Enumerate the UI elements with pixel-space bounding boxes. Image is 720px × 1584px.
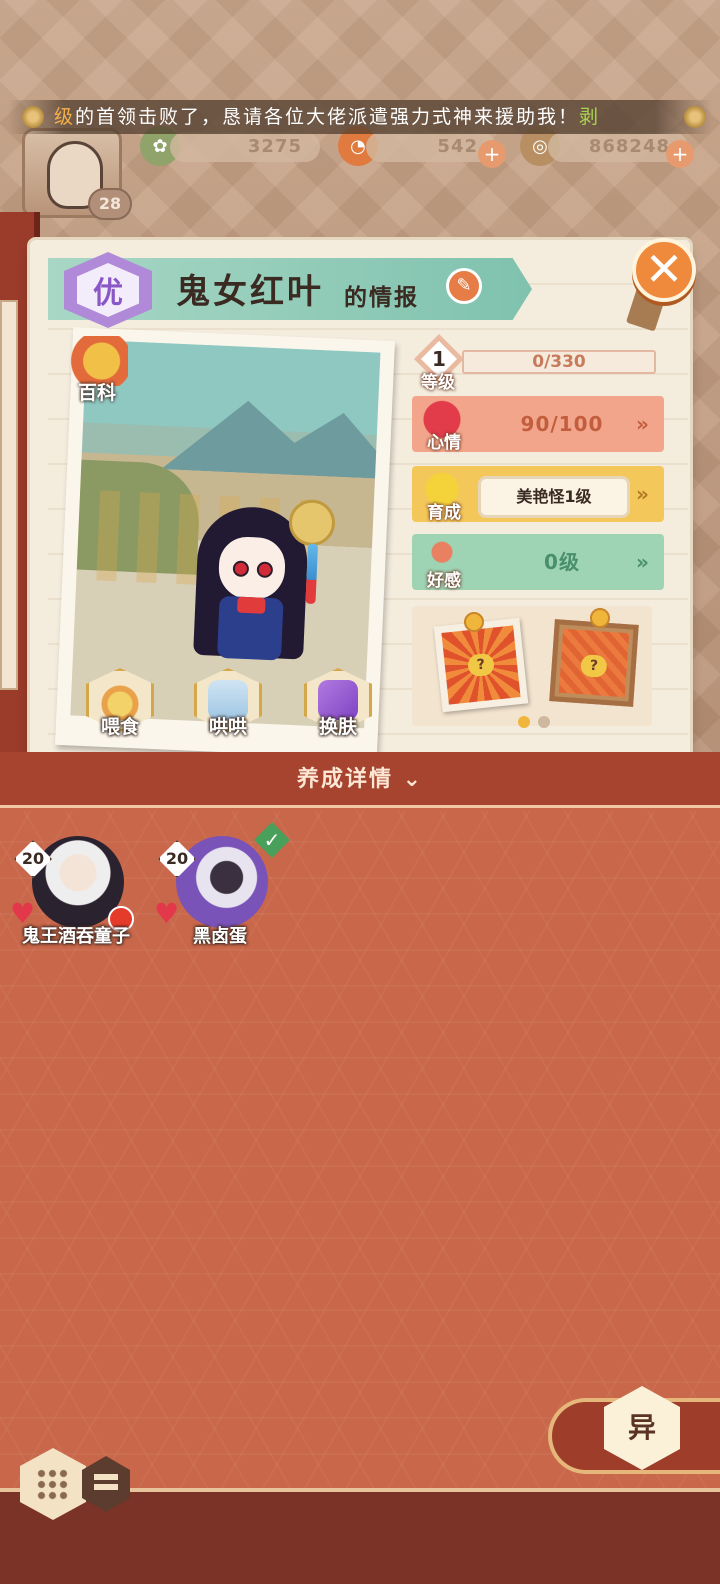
details-header-label: 养成详情 ⌄ — [0, 752, 720, 808]
affinity-row[interactable]: 好感 0级 » — [412, 534, 664, 591]
details-header[interactable]: 养成详情 ⌄ — [0, 752, 720, 808]
flower-ornament-icon — [684, 106, 706, 128]
shikigami-card[interactable]: 20 ♥ ✓ 黑卤蛋 — [150, 822, 290, 958]
close-button[interactable]: ✕ — [632, 238, 696, 302]
flower-ornament-icon — [22, 106, 44, 128]
growth-value: 美艳怪1级 — [478, 476, 630, 518]
chevron-right-icon: » — [636, 550, 649, 574]
edit-name-icon[interactable]: ✎ — [446, 268, 482, 304]
encyclopedia-label: 百科 — [77, 382, 116, 404]
page-dot-active[interactable] — [518, 716, 530, 728]
shikigami-name: 鬼女红叶 — [176, 272, 324, 312]
mood-label: 心情 — [427, 433, 461, 453]
add-magatama-icon[interactable]: + — [478, 140, 506, 168]
mood-value: 90/100 — [520, 412, 604, 436]
affinity-label: 好感 — [427, 571, 461, 591]
announcement-text: 的首领击败了，恳请各位大佬派遣强力式神来援助我！ — [75, 106, 580, 128]
title-suffix: 的情报 — [344, 285, 419, 311]
details-header-text: 养成详情 — [296, 767, 393, 792]
announcement-marquee: 级的首领击败了，恳请各位大佬派遣强力式神来援助我！剥 — [8, 100, 712, 134]
chevron-right-icon: » — [636, 482, 649, 506]
add-gold-icon[interactable]: + — [666, 140, 694, 168]
grid-icon — [36, 1468, 70, 1502]
exp-progress-bar: 0/330 — [462, 350, 656, 374]
announcement-prefix: 级 — [54, 106, 76, 128]
change-skin-button[interactable]: 换肤 — [298, 668, 378, 748]
pin-icon — [590, 608, 610, 628]
checkmark-icon: ✓ — [254, 822, 290, 858]
change-skin-label: 换肤 — [318, 716, 357, 738]
chevron-right-icon: » — [636, 412, 649, 436]
feed-button[interactable]: 喂食 — [80, 668, 160, 748]
exp-value: 0/330 — [532, 352, 586, 372]
chevron-double-down-icon: ⌄ — [402, 767, 424, 792]
rarity-label: 优 — [77, 263, 139, 317]
announcement-suffix: 剥 — [579, 106, 601, 128]
character-bow — [236, 596, 266, 614]
coax-label: 哄哄 — [208, 716, 247, 738]
mood-row[interactable]: 心情 90/100 » — [412, 396, 664, 453]
shikigami-character[interactable] — [193, 495, 336, 670]
coax-button[interactable]: 哄哄 — [188, 668, 268, 748]
album-frame-1[interactable]: ? — [433, 617, 529, 713]
encyclopedia-button[interactable]: 百科 — [58, 336, 134, 406]
mountain-shape — [161, 389, 380, 479]
shikigami-portrait — [176, 836, 268, 928]
growth-label: 育成 — [427, 503, 461, 523]
magatama-counter: 542 — [366, 132, 496, 162]
player-level-badge: 28 — [88, 188, 132, 220]
list-icon — [94, 1474, 118, 1494]
pin-icon — [464, 612, 484, 632]
level-label: 等级 — [421, 373, 455, 393]
album-frame-2[interactable]: ? — [549, 619, 639, 707]
feed-label: 喂食 — [100, 716, 139, 738]
character-tassel — [305, 543, 319, 605]
stamina-counter: 3275 — [170, 132, 320, 162]
shikigami-name: 黑卤蛋 — [193, 926, 247, 947]
shikigami-name: 鬼王酒吞童子 — [22, 926, 130, 947]
shikigami-card[interactable]: 20 ♥ 鬼王酒吞童子 — [6, 828, 146, 958]
page-dot[interactable] — [538, 716, 550, 728]
notebook-page-edge — [0, 300, 18, 690]
affinity-value: 0级 — [544, 550, 580, 574]
